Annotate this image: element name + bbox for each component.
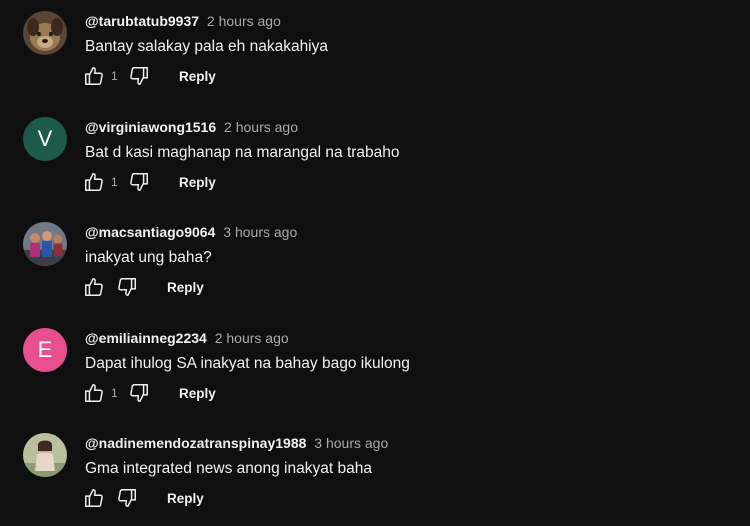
like-button[interactable] <box>80 62 108 90</box>
comment-header: @macsantiago9064 3 hours ago <box>85 223 297 241</box>
thumbs-up-icon <box>85 278 103 296</box>
reply-button[interactable]: Reply <box>179 175 216 190</box>
like-button[interactable] <box>80 379 108 407</box>
comment-actions: Reply <box>80 480 204 516</box>
comment-header: @nadinemendozatranspinay1988 3 hours ago <box>85 434 388 452</box>
reply-button[interactable]: Reply <box>167 491 204 506</box>
dislike-button[interactable] <box>113 484 141 512</box>
reply-button[interactable]: Reply <box>179 69 216 84</box>
comment-text: Gma integrated news anong inakyat baha <box>85 460 372 477</box>
reply-button[interactable]: Reply <box>179 386 216 401</box>
like-count: 1 <box>111 386 118 400</box>
like-button[interactable] <box>80 484 108 512</box>
thumbs-down-icon <box>118 489 136 507</box>
like-button[interactable] <box>80 168 108 196</box>
avatar[interactable]: V <box>23 117 67 161</box>
comment-author[interactable]: @macsantiago9064 <box>85 224 215 240</box>
comment-actions: 1 Reply <box>80 375 216 411</box>
dog-avatar-image <box>23 11 67 55</box>
avatar-letter: E <box>37 337 53 362</box>
thumbs-up-icon <box>85 67 103 85</box>
comment-header: @tarubtatub9937 2 hours ago <box>85 12 281 30</box>
reply-button[interactable]: Reply <box>167 280 204 295</box>
thumbs-up-icon <box>85 173 103 191</box>
comment-item: @tarubtatub9937 2 hours ago Bantay salak… <box>0 0 750 105</box>
comment-timestamp[interactable]: 2 hours ago <box>215 330 289 346</box>
comments-section: @tarubtatub9937 2 hours ago Bantay salak… <box>0 0 750 526</box>
group-avatar-image <box>23 222 67 266</box>
avatar[interactable]: E <box>23 328 67 372</box>
like-button[interactable] <box>80 273 108 301</box>
comment-timestamp[interactable]: 2 hours ago <box>224 119 298 135</box>
dislike-button[interactable] <box>113 273 141 301</box>
comment-timestamp[interactable]: 3 hours ago <box>223 224 297 240</box>
person-avatar-image <box>23 433 67 477</box>
comment-text: inakyat ung baha? <box>85 249 212 266</box>
avatar[interactable] <box>23 11 67 55</box>
thumbs-up-icon <box>85 489 103 507</box>
comment-timestamp[interactable]: 2 hours ago <box>207 13 281 29</box>
avatar[interactable] <box>23 222 67 266</box>
comment-text: Bat d kasi maghanap na marangal na traba… <box>85 144 400 161</box>
comment-author[interactable]: @nadinemendozatranspinay1988 <box>85 435 306 451</box>
comment-actions: 1 Reply <box>80 58 216 94</box>
comment-item: E @emiliainneg2234 2 hours ago Dapat ihu… <box>0 317 750 422</box>
comment-author[interactable]: @virginiawong1516 <box>85 119 216 135</box>
thumbs-down-icon <box>130 67 148 85</box>
like-count: 1 <box>111 175 118 189</box>
thumbs-down-icon <box>130 384 148 402</box>
dislike-button[interactable] <box>125 62 153 90</box>
comment-item: @macsantiago9064 3 hours ago inakyat ung… <box>0 211 750 316</box>
comment-item: @nadinemendozatranspinay1988 3 hours ago… <box>0 422 750 526</box>
comment-author[interactable]: @tarubtatub9937 <box>85 13 199 29</box>
comment-item: V @virginiawong1516 2 hours ago Bat d ka… <box>0 106 750 211</box>
thumbs-down-icon <box>130 173 148 191</box>
like-count: 1 <box>111 69 118 83</box>
comment-header: @emiliainneg2234 2 hours ago <box>85 329 289 347</box>
comment-author[interactable]: @emiliainneg2234 <box>85 330 207 346</box>
comment-text: Dapat ihulog SA inakyat na bahay bago ik… <box>85 355 410 372</box>
avatar-letter: V <box>37 126 53 151</box>
dislike-button[interactable] <box>125 168 153 196</box>
comment-actions: Reply <box>80 269 204 305</box>
comment-header: @virginiawong1516 2 hours ago <box>85 118 298 136</box>
thumbs-down-icon <box>118 278 136 296</box>
dislike-button[interactable] <box>125 379 153 407</box>
comment-timestamp[interactable]: 3 hours ago <box>314 435 388 451</box>
comment-actions: 1 Reply <box>80 164 216 200</box>
thumbs-up-icon <box>85 384 103 402</box>
comment-text: Bantay salakay pala eh nakakahiya <box>85 38 328 55</box>
avatar[interactable] <box>23 433 67 477</box>
